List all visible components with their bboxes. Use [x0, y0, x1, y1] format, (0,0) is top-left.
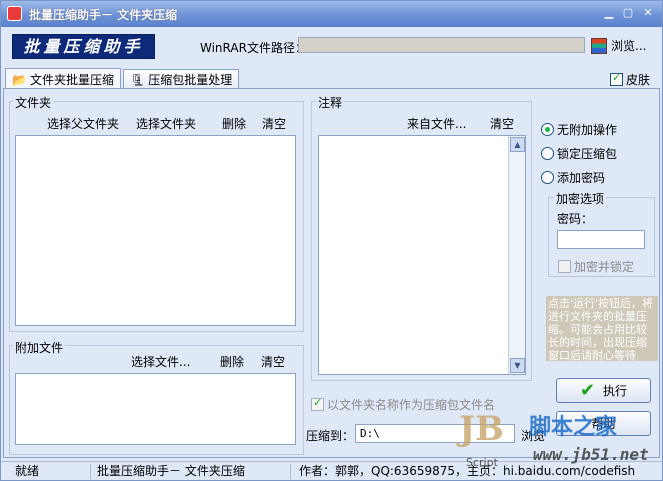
radio-no-extra-label: 无附加操作: [557, 123, 618, 137]
radio-add-password-label: 添加密码: [557, 171, 606, 185]
status-ready: 就绪: [11, 464, 91, 479]
winrar-path-label: WinRAR文件路径：: [200, 41, 307, 55]
app-icon: [7, 6, 22, 21]
comment-textarea[interactable]: ▲ ▼: [318, 135, 526, 375]
maximize-button[interactable]: ▢: [620, 6, 636, 21]
comment-scrollbar[interactable]: ▲ ▼: [508, 136, 525, 374]
radio-lock-archive-label: 锁定压缩包: [557, 147, 618, 161]
output-path-input[interactable]: D:\: [355, 424, 515, 443]
radio-lock-archive[interactable]: 锁定压缩包: [541, 145, 617, 162]
winrar-browse-label: 浏览...: [611, 39, 647, 53]
run-button[interactable]: ✔ 执行: [556, 378, 651, 403]
run-button-label: 执行: [603, 384, 628, 398]
minimize-button[interactable]: ▁: [601, 6, 617, 21]
winrar-browse-button[interactable]: 浏览...: [591, 37, 646, 54]
app-window: 批量压缩助手－ 文件夹压缩 ▁ ▢ ✕ 批量压缩助手 WinRAR文件路径： 浏…: [0, 0, 663, 481]
tab-archive-batch-label: 压缩包批量处理: [148, 73, 233, 87]
winrar-icon: [591, 37, 607, 54]
folder-open-icon: 📂: [12, 72, 27, 87]
radio-add-password-dot[interactable]: [541, 171, 554, 184]
extra-files-list[interactable]: [15, 373, 296, 445]
password-input[interactable]: [557, 230, 645, 249]
radio-no-extra[interactable]: 无附加操作: [541, 121, 617, 138]
folder-list[interactable]: [15, 135, 296, 326]
extra-files-title: 附加文件: [13, 339, 66, 356]
use-folder-name-checkbox-box[interactable]: [311, 396, 324, 411]
skin-checkbox[interactable]: 皮肤: [610, 71, 650, 88]
skin-checkbox-box[interactable]: [610, 71, 623, 86]
check-icon: ✔: [579, 380, 596, 401]
use-folder-name-label: 以文件夹名称作为压缩包文件名: [327, 398, 496, 412]
hint-text: 点击'运行'按钮后，将进行文件夹的批量压缩。可能会占用比较长的时间，出现压缩窗口…: [546, 296, 658, 361]
encrypt-lock-checkbox[interactable]: 加密并锁定: [558, 258, 634, 275]
help-button-label: 帮助: [591, 417, 616, 431]
tab-folder-compress[interactable]: 📂 文件夹批量压缩: [5, 68, 121, 89]
comment-title: 注释: [316, 94, 345, 111]
help-button[interactable]: 帮助: [556, 411, 651, 436]
use-folder-name-checkbox[interactable]: 以文件夹名称作为压缩包文件名: [311, 396, 495, 413]
tab-archive-batch[interactable]: 🗜 压缩包批量处理: [123, 69, 240, 88]
extra-files-delete-link[interactable]: 删除: [220, 353, 244, 370]
output-browse-link[interactable]: 浏览: [521, 427, 545, 444]
scroll-up-icon[interactable]: ▲: [510, 137, 525, 152]
password-label: 密码：: [557, 212, 594, 226]
status-author: 作者：郭郭，QQ:63659875，主页：hi.baidu.com/codefi…: [299, 464, 636, 478]
status-bar: 就绪 批量压缩助手－ 文件夹压缩 作者：郭郭，QQ:63659875，主页：hi…: [1, 461, 662, 480]
radio-add-password[interactable]: 添加密码: [541, 169, 605, 186]
archive-icon: 🗜: [130, 72, 146, 87]
folder-delete-link[interactable]: 删除: [222, 115, 246, 132]
radio-lock-archive-dot[interactable]: [541, 147, 554, 160]
tab-folder-compress-label: 文件夹批量压缩: [29, 73, 114, 87]
skin-checkbox-label: 皮肤: [626, 73, 651, 87]
status-app: 批量压缩助手－ 文件夹压缩: [93, 464, 291, 479]
select-parent-folder-link[interactable]: 选择父文件夹: [47, 115, 119, 132]
extra-files-clear-link[interactable]: 清空: [261, 353, 285, 370]
app-logo: 批量压缩助手: [12, 34, 155, 59]
encrypt-lock-checkbox-box[interactable]: [558, 260, 571, 273]
folder-group-title: 文件夹: [13, 94, 54, 111]
comment-from-file-link[interactable]: 来自文件...: [407, 115, 466, 132]
output-label: 压缩到：: [306, 429, 355, 443]
encrypt-lock-label: 加密并锁定: [574, 260, 635, 274]
window-title: 批量压缩助手－ 文件夹压缩: [29, 8, 178, 22]
comment-clear-link[interactable]: 清空: [490, 115, 514, 132]
winrar-path-input[interactable]: [298, 37, 585, 53]
scroll-down-icon[interactable]: ▼: [510, 358, 525, 373]
select-files-link[interactable]: 选择文件...: [131, 353, 190, 370]
folder-clear-link[interactable]: 清空: [262, 115, 286, 132]
radio-no-extra-dot[interactable]: [541, 123, 554, 136]
select-folder-link[interactable]: 选择文件夹: [136, 115, 196, 132]
close-button[interactable]: ✕: [640, 6, 656, 21]
title-bar: 批量压缩助手－ 文件夹压缩 ▁ ▢ ✕: [1, 1, 662, 27]
encrypt-group-title: 加密选项: [554, 190, 607, 207]
